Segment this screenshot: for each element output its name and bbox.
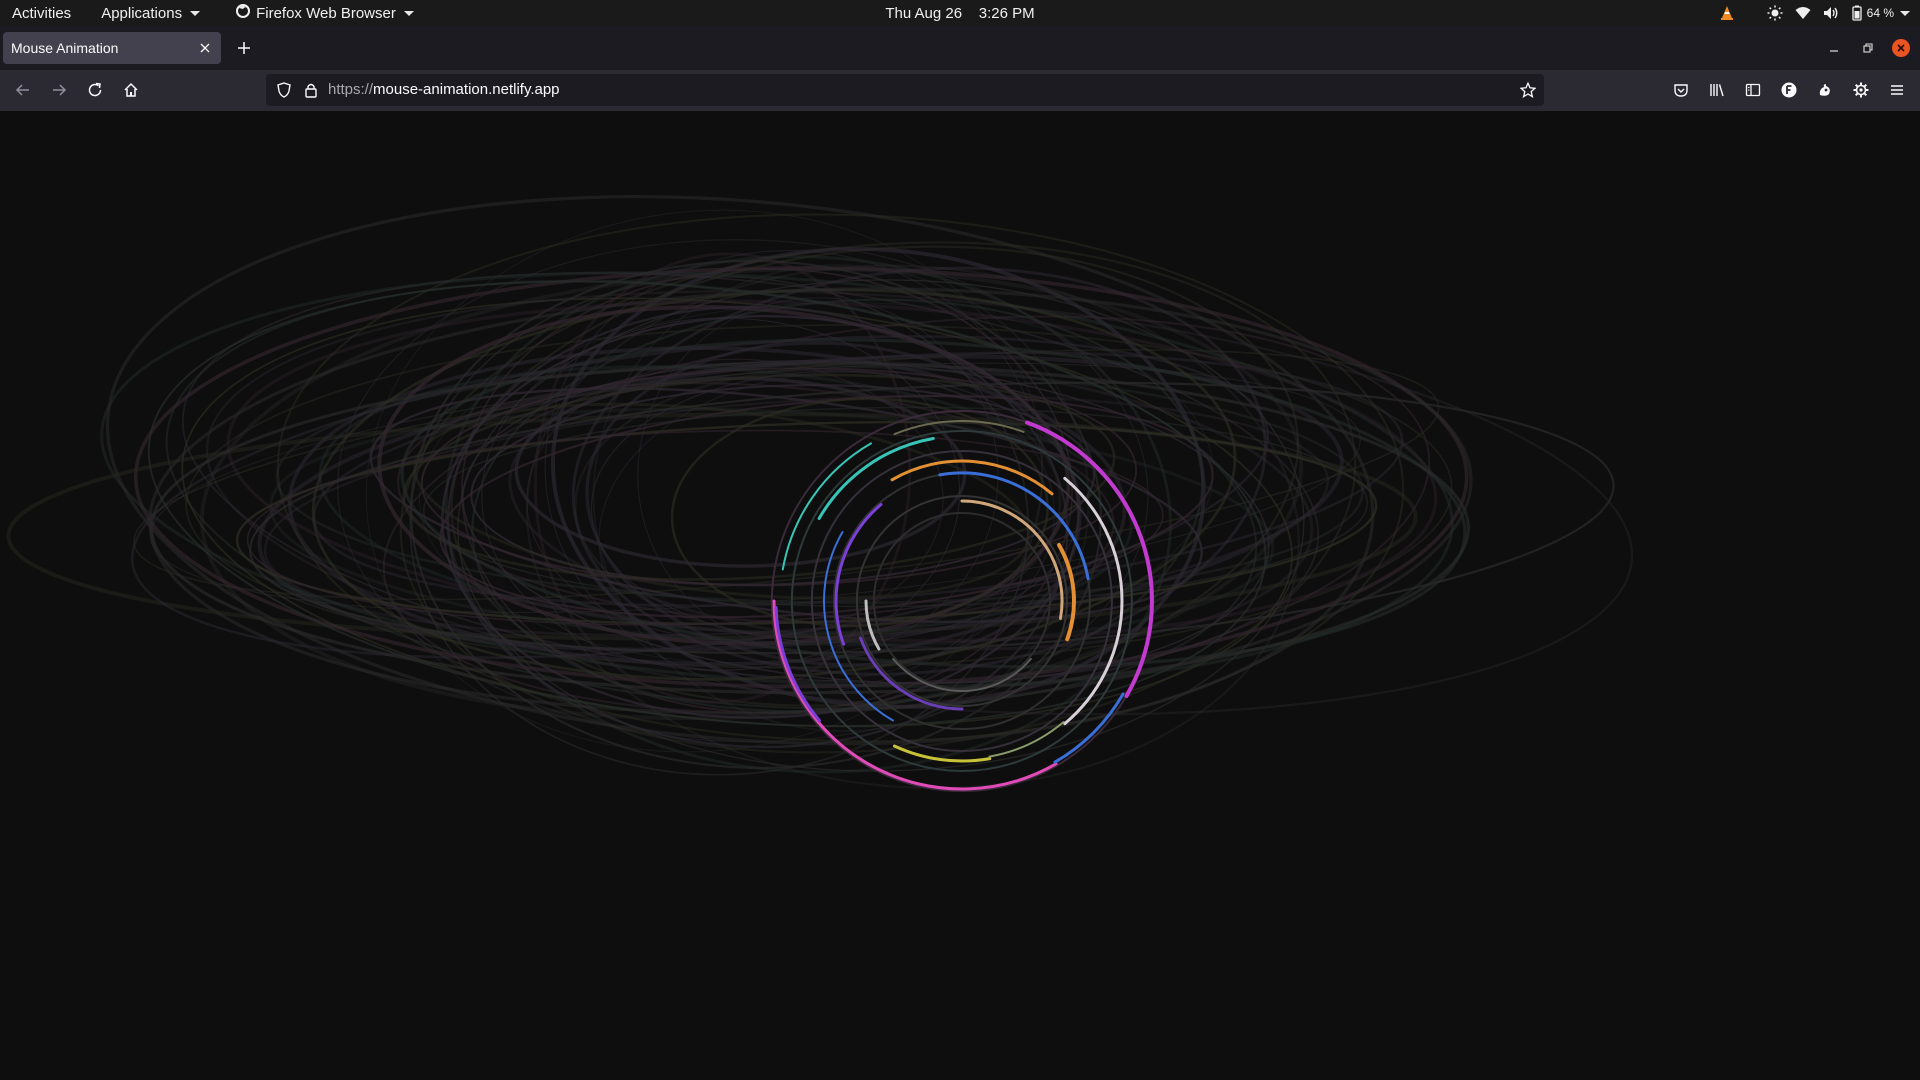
date-text: Thu Aug 26	[885, 4, 963, 22]
extension-icon[interactable]	[1816, 81, 1834, 99]
system-tray: 64 %	[1719, 0, 1910, 26]
system-menu-caret-icon	[1900, 10, 1910, 16]
trail-loop	[105, 195, 1375, 746]
library-icon[interactable]	[1708, 81, 1726, 99]
address-bar[interactable]: https://mouse-animation.netlify.app	[266, 74, 1544, 106]
url-host: mouse-animation.netlify.app	[373, 81, 560, 98]
minimize-icon[interactable]	[1826, 40, 1842, 56]
chevron-down-icon	[403, 10, 414, 16]
trail-loop	[133, 266, 1469, 689]
clock-button[interactable]: Thu Aug 26 3:26 PM	[885, 5, 1034, 22]
mouse-animation-canvas[interactable]	[0, 111, 1920, 1080]
applications-label: Applications	[101, 4, 183, 22]
window-close-icon[interactable]	[1892, 39, 1910, 57]
tracking-shield-icon[interactable]	[276, 82, 292, 103]
tab-mouse-animation[interactable]: Mouse Animation	[3, 32, 221, 64]
new-tab-icon[interactable]	[236, 40, 252, 56]
home-icon[interactable]	[122, 81, 140, 99]
system-top-bar: Activities Applications Firefox Web Brow…	[0, 0, 1920, 26]
battery-icon	[1851, 5, 1863, 21]
pocket-icon[interactable]	[1672, 81, 1690, 99]
app-menu[interactable]: Firefox Web Browser	[236, 4, 414, 22]
tab-strip: Mouse Animation	[0, 26, 1920, 70]
battery-percent: 64 %	[1866, 6, 1894, 20]
back-icon[interactable]	[14, 81, 32, 99]
sidebar-icon[interactable]	[1744, 81, 1762, 99]
account-icon[interactable]	[1780, 81, 1798, 99]
url-text: https://mouse-animation.netlify.app	[328, 81, 560, 98]
tab-title: Mouse Animation	[11, 40, 119, 56]
settings-gear-icon[interactable]	[1852, 81, 1870, 99]
navigation-toolbar: https://mouse-animation.netlify.app	[0, 70, 1920, 112]
volume-icon[interactable]	[1823, 5, 1839, 21]
app-menu-label: Firefox Web Browser	[256, 4, 396, 22]
applications-menu[interactable]: Applications	[101, 4, 201, 22]
url-scheme: https://	[328, 81, 374, 98]
menu-icon[interactable]	[1888, 81, 1906, 99]
forward-icon[interactable]	[50, 81, 68, 99]
firefox-icon	[236, 4, 251, 22]
lock-icon[interactable]	[304, 82, 318, 103]
tab-close-icon[interactable]	[197, 40, 213, 56]
faint-trail-loops	[6, 195, 1634, 790]
time-text: 3:26 PM	[978, 4, 1035, 22]
restore-icon[interactable]	[1860, 40, 1876, 56]
battery-indicator[interactable]: 64 %	[1851, 5, 1910, 21]
bookmark-star-icon[interactable]	[1519, 81, 1537, 103]
wifi-icon[interactable]	[1795, 5, 1811, 21]
chevron-down-icon	[190, 10, 201, 16]
activities-button[interactable]: Activities	[12, 5, 71, 22]
page-content[interactable]	[0, 111, 1920, 1080]
vlc-icon[interactable]	[1719, 5, 1735, 21]
reload-icon[interactable]	[86, 81, 104, 99]
brightness-icon[interactable]	[1767, 5, 1783, 21]
